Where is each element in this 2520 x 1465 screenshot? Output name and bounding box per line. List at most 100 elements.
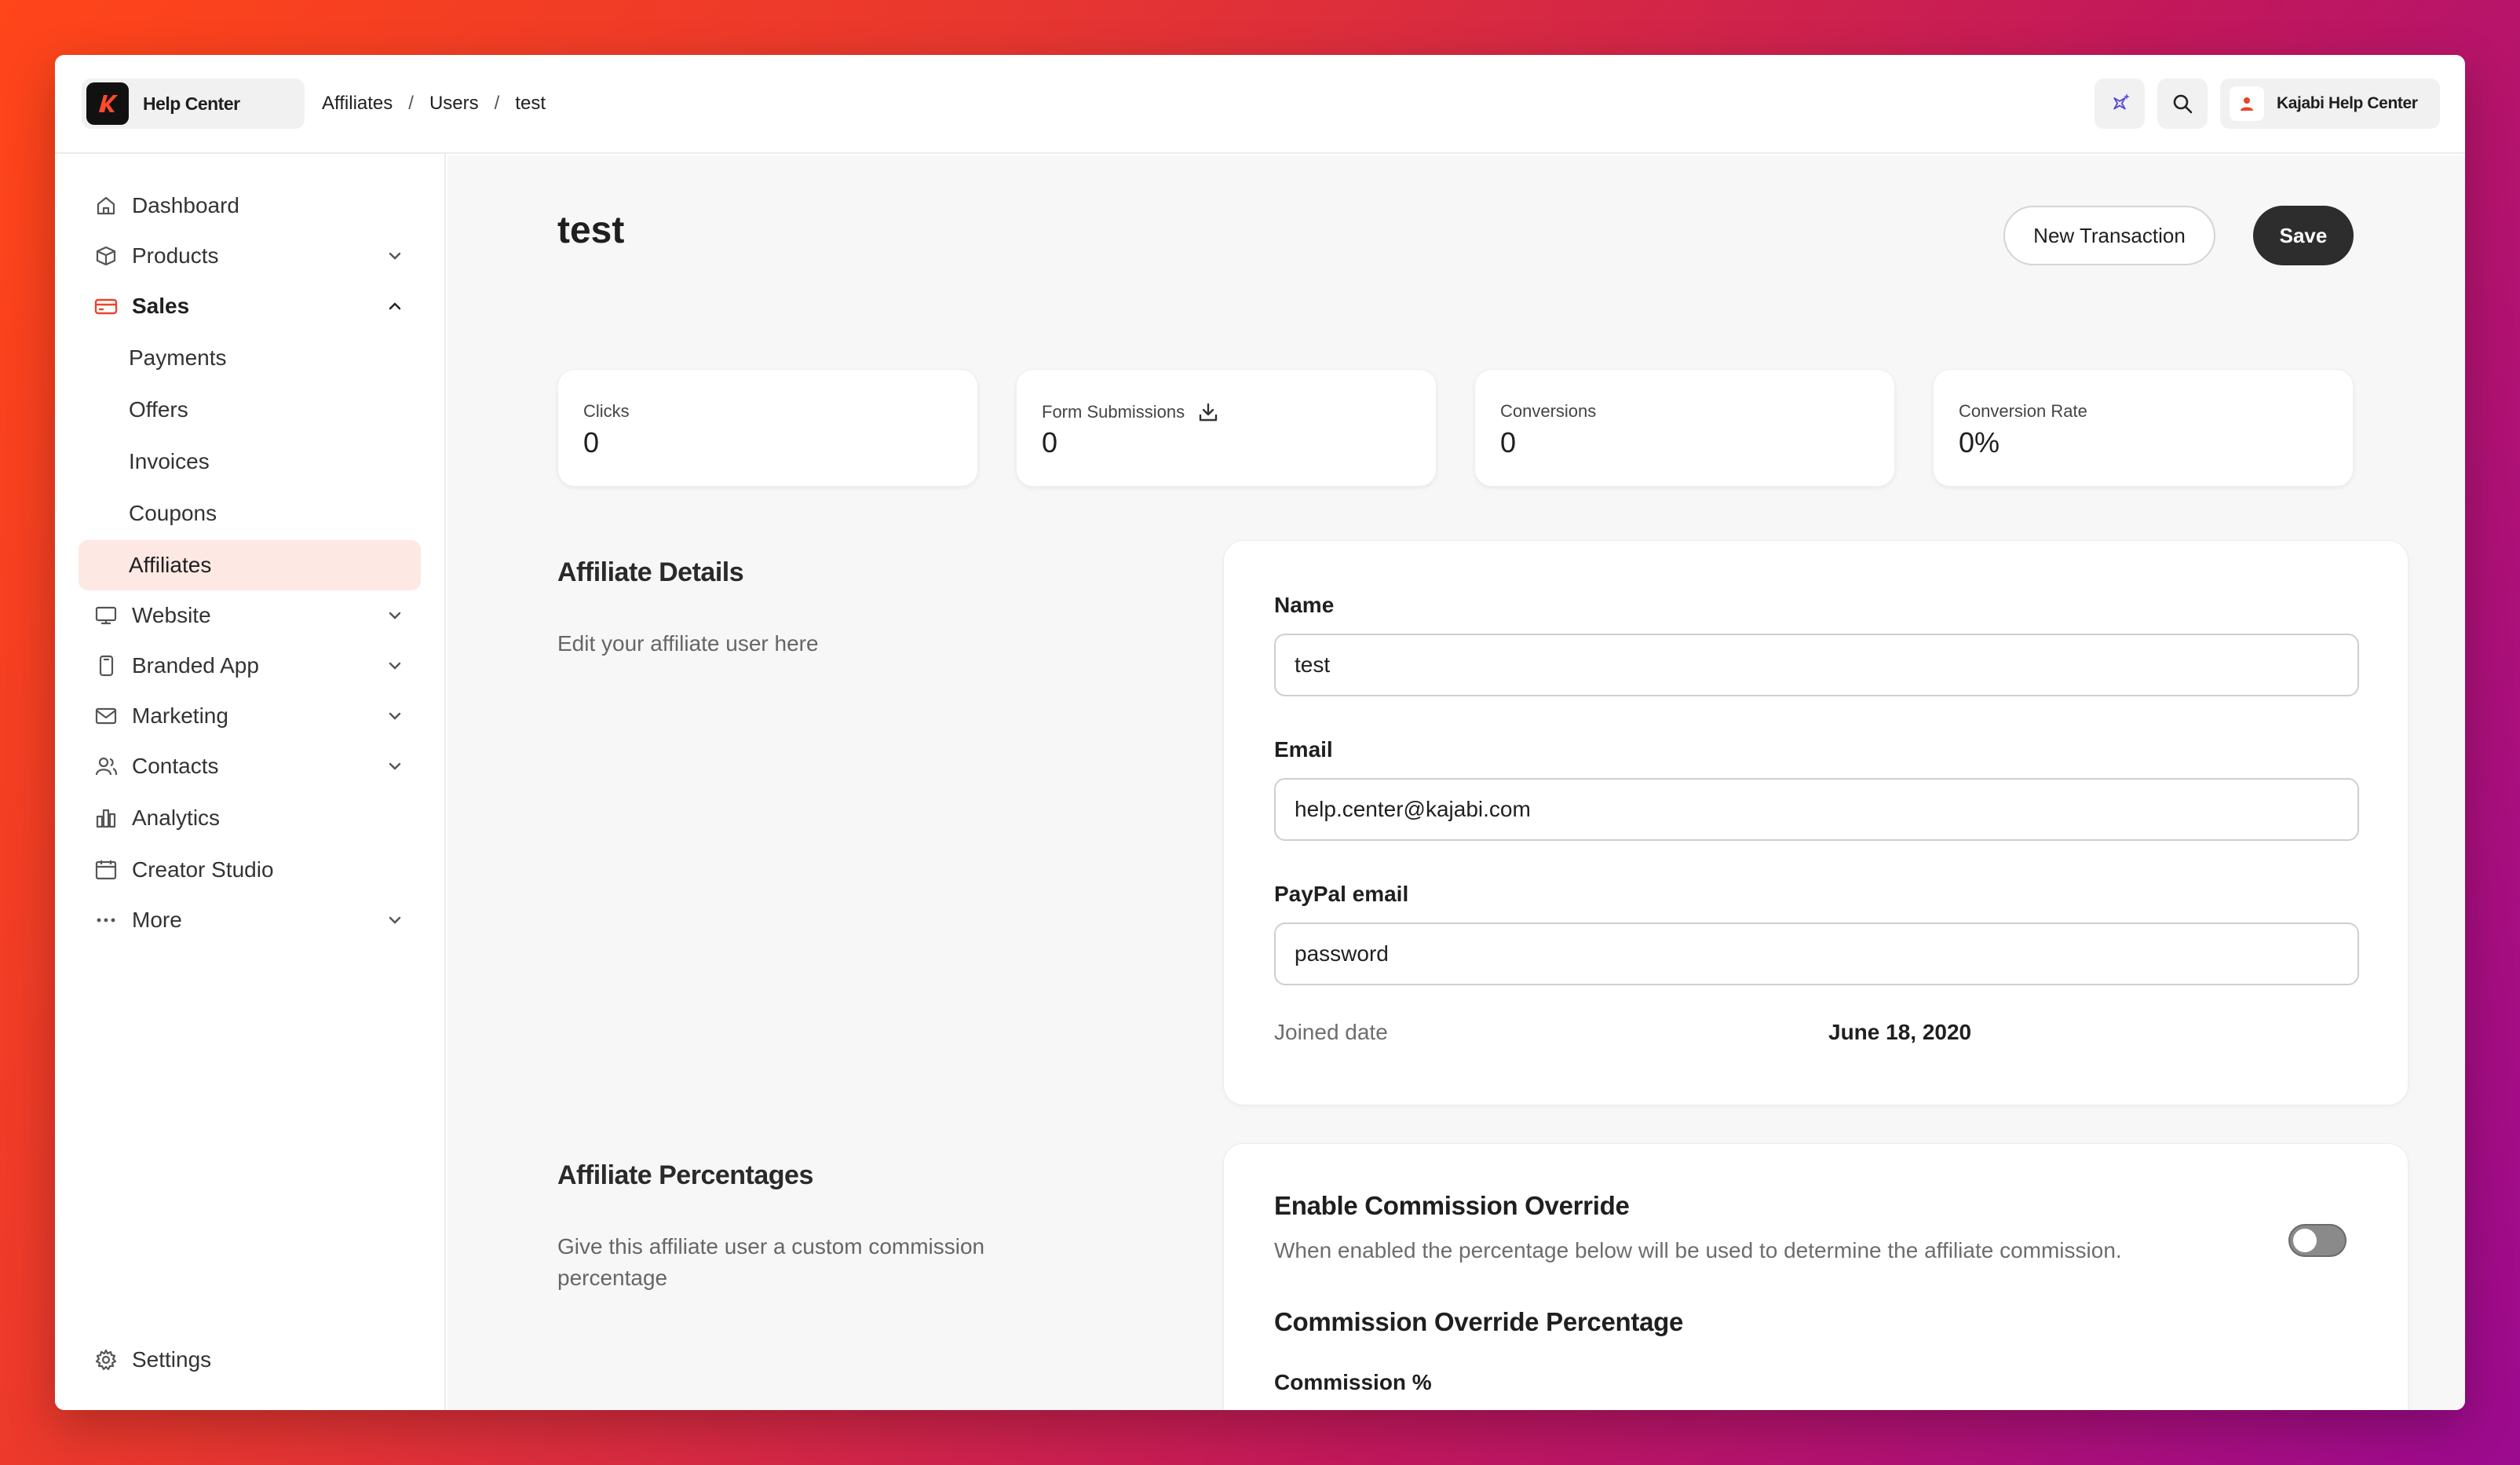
download-icon[interactable] xyxy=(1197,401,1219,423)
stat-label: Clicks xyxy=(583,401,630,421)
sidebar-item-dashboard[interactable]: Dashboard xyxy=(79,181,421,231)
joined-date-label: Joined date xyxy=(1274,1020,1388,1044)
phone-icon xyxy=(91,651,121,681)
chevron-up-icon[interactable] xyxy=(380,291,410,321)
top-actions: Kajabi Help Center xyxy=(2095,79,2440,129)
sidebar-item-settings[interactable]: Settings xyxy=(79,1335,421,1385)
sidebar-item-label: Products xyxy=(132,243,219,268)
breadcrumb-separator: / xyxy=(408,93,414,114)
sidebar-item-label: Website xyxy=(132,603,211,627)
affiliate-percentages-card: Enable Commission Override When enabled … xyxy=(1223,1143,2409,1410)
breadcrumb-affiliates[interactable]: Affiliates xyxy=(314,93,400,115)
joined-date-value: June 18, 2020 xyxy=(1828,1020,1972,1044)
stat-label: Conversion Rate xyxy=(1959,401,2087,421)
commission-override-toggle[interactable] xyxy=(2288,1224,2347,1257)
user-icon xyxy=(2241,97,2253,111)
help-center-switcher[interactable]: Help Center xyxy=(82,79,305,129)
chevron-down-icon[interactable] xyxy=(380,751,410,781)
stat-label: Conversions xyxy=(1500,401,1597,421)
chevron-down-icon[interactable] xyxy=(380,651,410,681)
sidebar-item-branded-app[interactable]: Branded App xyxy=(79,641,421,691)
name-field[interactable]: test xyxy=(1274,634,2359,696)
breadcrumb: Affiliates / Users / test xyxy=(314,88,553,119)
main-content: test New Transaction Save Clicks 0 Form … xyxy=(447,155,2465,1410)
account-label: Kajabi Help Center xyxy=(2277,94,2418,112)
affiliate-details-description: Edit your affiliate user here xyxy=(557,631,819,656)
sidebar: Dashboard Products Sales Payments Offers xyxy=(55,154,446,1410)
search-button[interactable] xyxy=(2157,79,2208,129)
email-label: Email xyxy=(1274,737,1333,762)
chevron-down-icon[interactable] xyxy=(380,601,410,630)
sidebar-item-label: Creator Studio xyxy=(132,857,274,882)
commission-label: Commission % xyxy=(1274,1370,1432,1394)
sidebar-item-invoices[interactable]: Invoices xyxy=(79,437,421,487)
sidebar-item-offers[interactable]: Offers xyxy=(79,385,421,435)
sidebar-item-website[interactable]: Website xyxy=(79,590,421,641)
sidebar-item-creator-studio[interactable]: Creator Studio xyxy=(79,845,421,895)
stat-label: Form Submissions xyxy=(1042,402,1185,422)
stat-value: 0 xyxy=(583,426,600,458)
credit-card-icon xyxy=(91,291,121,321)
chevron-down-icon[interactable] xyxy=(380,241,410,271)
avatar xyxy=(2230,86,2264,121)
stat-value: 0 xyxy=(1500,426,1517,458)
search-icon xyxy=(2173,94,2193,114)
ellipsis-icon xyxy=(91,905,121,935)
gear-icon xyxy=(91,1345,121,1375)
affiliate-details-card: Name test Email help.center@kajabi.com P… xyxy=(1223,540,2409,1105)
sidebar-item-label: Affiliates xyxy=(129,553,212,577)
save-button[interactable]: Save xyxy=(2253,206,2354,265)
sidebar-item-payments[interactable]: Payments xyxy=(79,333,421,383)
sidebar-item-affiliates[interactable]: Affiliates xyxy=(79,540,421,590)
sidebar-item-coupons[interactable]: Coupons xyxy=(79,488,421,539)
sidebar-item-label: Offers xyxy=(129,397,188,422)
sidebar-item-label: Dashboard xyxy=(132,193,239,217)
sidebar-item-label: Analytics xyxy=(132,806,221,830)
sidebar-item-label: Payments xyxy=(129,345,227,370)
calendar-icon xyxy=(91,855,121,885)
monitor-icon xyxy=(91,601,121,630)
affiliate-percentages-title: Affiliate Percentages xyxy=(557,1160,813,1190)
sidebar-item-analytics[interactable]: Analytics xyxy=(79,793,421,843)
sparkle-icon xyxy=(2113,93,2130,110)
bar-chart-icon xyxy=(91,803,121,833)
sidebar-item-label: Invoices xyxy=(129,449,210,473)
chevron-down-icon[interactable] xyxy=(380,905,410,935)
sidebar-item-products[interactable]: Products xyxy=(79,231,421,281)
account-menu-button[interactable]: Kajabi Help Center xyxy=(2220,79,2440,129)
commission-percentage-title: Commission Override Percentage xyxy=(1274,1307,1684,1336)
sidebar-item-label: Marketing xyxy=(132,703,228,728)
breadcrumb-current: test xyxy=(515,93,546,114)
sidebar-item-contacts[interactable]: Contacts xyxy=(79,741,421,791)
sidebar-item-label: Sales xyxy=(132,294,190,318)
commission-override-description: When enabled the percentage below will b… xyxy=(1274,1238,2122,1262)
toggle-knob xyxy=(2293,1229,2317,1252)
chevron-down-icon[interactable] xyxy=(380,701,410,731)
commission-override-title: Enable Commission Override xyxy=(1274,1191,1630,1220)
stat-card-clicks: Clicks 0 xyxy=(557,369,978,487)
paypal-email-label: PayPal email xyxy=(1274,882,1409,906)
kajabi-logo-icon xyxy=(86,82,129,125)
sidebar-item-marketing[interactable]: Marketing xyxy=(79,691,421,741)
new-transaction-button[interactable]: New Transaction xyxy=(2003,206,2215,265)
affiliate-percentages-description: Give this affiliate user a custom commis… xyxy=(557,1234,985,1290)
page-title: test xyxy=(557,210,625,251)
sidebar-item-label: Coupons xyxy=(129,501,217,525)
sidebar-item-sales[interactable]: Sales xyxy=(79,281,421,331)
sidebar-item-more[interactable]: More xyxy=(79,895,421,945)
email-field[interactable]: help.center@kajabi.com xyxy=(1274,778,2359,841)
sidebar-item-label: Contacts xyxy=(132,754,219,778)
stat-card-conversion-rate: Conversion Rate 0% xyxy=(1933,369,2354,487)
stat-value: 0% xyxy=(1959,426,2000,458)
sidebar-item-label: Branded App xyxy=(132,653,259,678)
sidebar-item-label: More xyxy=(132,908,182,932)
sidebar-item-label: Settings xyxy=(132,1347,212,1372)
paypal-email-field[interactable]: password xyxy=(1274,922,2359,985)
ai-assistant-button[interactable] xyxy=(2095,79,2145,129)
breadcrumb-users[interactable]: Users xyxy=(422,93,487,115)
stat-value: 0 xyxy=(1042,426,1058,458)
affiliate-details-title: Affiliate Details xyxy=(557,557,744,587)
box-icon xyxy=(91,241,121,271)
mail-icon xyxy=(91,701,121,731)
users-icon xyxy=(91,751,121,781)
